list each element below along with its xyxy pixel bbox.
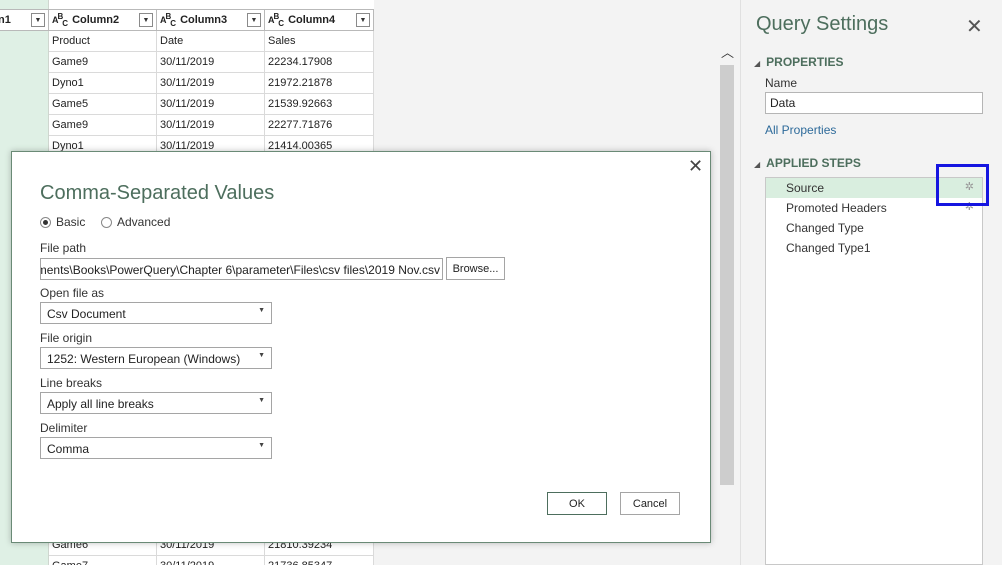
- open-file-as-value: Csv Document: [47, 307, 126, 321]
- table-cell[interactable]: Game5: [49, 94, 157, 115]
- close-icon[interactable]: ✕: [688, 156, 703, 177]
- column1-filter-dropdown-icon[interactable]: ▼: [31, 13, 45, 27]
- step-label: Changed Type: [786, 221, 864, 235]
- table-cell[interactable]: 21972.21878: [265, 73, 374, 94]
- table-cell[interactable]: Date: [157, 31, 265, 52]
- query-name-input[interactable]: Data: [765, 92, 983, 114]
- query-settings-title: Query Settings: [756, 13, 889, 35]
- applied-steps-header-label: APPLIED STEPS: [766, 156, 861, 170]
- table-cell[interactable]: 21736.85347: [265, 556, 374, 565]
- line-breaks-label: Line breaks: [40, 376, 103, 390]
- file-origin-select[interactable]: 1252: Western European (Windows) ▼: [40, 347, 272, 369]
- step-label: Source: [786, 181, 825, 195]
- table-cell[interactable]: 22234.17908: [265, 52, 374, 73]
- column4-header-label: Column4: [288, 14, 336, 26]
- radio-unselected-icon[interactable]: [101, 216, 112, 228]
- scroll-up-icon[interactable]: ︿: [721, 42, 734, 61]
- table-cell[interactable]: 30/11/2019: [157, 52, 265, 73]
- file-path-label: File path: [40, 241, 87, 255]
- delimiter-label: Delimiter: [40, 421, 88, 435]
- table-cell[interactable]: 30/11/2019: [157, 115, 265, 136]
- table-cell[interactable]: 30/11/2019: [157, 556, 265, 565]
- collapse-triangle-icon[interactable]: ◢: [754, 59, 760, 68]
- chevron-down-icon[interactable]: ▼: [258, 397, 265, 404]
- table-cell[interactable]: Game9: [49, 115, 157, 136]
- line-breaks-select[interactable]: Apply all line breaks ▼: [40, 392, 272, 414]
- delimiter-value: Comma: [47, 442, 90, 456]
- text-type-icon[interactable]: ABC: [52, 12, 68, 28]
- step-label: Promoted Headers: [786, 201, 887, 215]
- line-breaks-value: Apply all line breaks: [47, 397, 154, 411]
- table-cell[interactable]: 30/11/2019: [157, 94, 265, 115]
- highlight-box: [936, 164, 989, 206]
- csv-dialog: ✕ Comma-Separated Values Basic Advanced …: [11, 151, 711, 543]
- table-cell[interactable]: 22277.71876: [265, 115, 374, 136]
- radio-basic[interactable]: Basic: [40, 215, 85, 229]
- column2-header[interactable]: ABC Column2 ▼: [49, 9, 157, 31]
- radio-advanced-label: Advanced: [117, 215, 171, 229]
- radio-advanced[interactable]: Advanced: [101, 215, 170, 229]
- table-cell[interactable]: Game7: [49, 556, 157, 565]
- collapse-triangle-icon[interactable]: ◢: [754, 160, 760, 169]
- close-icon[interactable]: ✕: [966, 14, 983, 39]
- dialog-title: Comma-Separated Values: [40, 182, 275, 204]
- radio-selected-icon[interactable]: [40, 216, 51, 228]
- text-type-icon[interactable]: ABC: [160, 12, 176, 28]
- column2-filter-dropdown-icon[interactable]: ▼: [139, 13, 153, 27]
- text-type-icon[interactable]: ABC: [268, 12, 284, 28]
- file-origin-value: 1252: Western European (Windows): [47, 352, 241, 366]
- all-properties-link[interactable]: All Properties: [765, 123, 836, 137]
- chevron-down-icon[interactable]: ▼: [258, 442, 265, 449]
- open-file-as-label: Open file as: [40, 286, 105, 300]
- step-changed-type1[interactable]: Changed Type1: [766, 238, 982, 258]
- browse-button[interactable]: Browse...: [446, 257, 505, 280]
- radio-basic-label: Basic: [56, 215, 86, 229]
- column2-header-label: Column2: [72, 14, 120, 26]
- table-cell[interactable]: Product: [49, 31, 157, 52]
- properties-header-label: PROPERTIES: [766, 55, 844, 69]
- file-origin-label: File origin: [40, 331, 93, 345]
- open-file-as-select[interactable]: Csv Document ▼: [40, 302, 272, 324]
- grid-vertical-scrollbar[interactable]: ︿: [718, 32, 736, 542]
- scroll-thumb[interactable]: [720, 65, 734, 485]
- chevron-down-icon[interactable]: ▼: [258, 307, 265, 314]
- column1-header-label: n1: [0, 14, 11, 26]
- column3-header-label: Column3: [180, 14, 228, 26]
- chevron-down-icon[interactable]: ▼: [258, 352, 265, 359]
- file-path-value: ments\Books\PowerQuery\Chapter 6\paramet…: [40, 263, 440, 277]
- step-changed-type[interactable]: Changed Type: [766, 218, 982, 238]
- properties-section-header[interactable]: ◢ PROPERTIES: [754, 55, 844, 69]
- column1-header[interactable]: n1 ▼: [0, 9, 49, 31]
- table-cell[interactable]: 21539.92663: [265, 94, 374, 115]
- table-cell[interactable]: Dyno1: [49, 73, 157, 94]
- power-query-editor: n1 ▼ ABC Column2 ▼ ABC Column3 ▼ ABC Col…: [0, 0, 1002, 565]
- table-cell[interactable]: 30/11/2019: [157, 73, 265, 94]
- table-cell[interactable]: Game9: [49, 52, 157, 73]
- name-label: Name: [765, 76, 798, 90]
- column4-filter-dropdown-icon[interactable]: ▼: [356, 13, 370, 27]
- applied-steps-section-header[interactable]: ◢ APPLIED STEPS: [754, 156, 861, 170]
- column3-filter-dropdown-icon[interactable]: ▼: [247, 13, 261, 27]
- file-path-input[interactable]: ments\Books\PowerQuery\Chapter 6\paramet…: [40, 258, 443, 280]
- applied-steps-list: Source ✲ Promoted Headers ✲ Changed Type…: [765, 177, 983, 565]
- ok-button[interactable]: OK: [547, 492, 607, 515]
- column4-header[interactable]: ABC Column4 ▼: [265, 9, 374, 31]
- query-settings-pane: Query Settings ✕ ◢ PROPERTIES Name Data A…: [740, 0, 1002, 565]
- step-label: Changed Type1: [786, 241, 871, 255]
- column3-header[interactable]: ABC Column3 ▼: [157, 9, 265, 31]
- delimiter-select[interactable]: Comma ▼: [40, 437, 272, 459]
- cancel-button[interactable]: Cancel: [620, 492, 680, 515]
- table-cell[interactable]: Sales: [265, 31, 374, 52]
